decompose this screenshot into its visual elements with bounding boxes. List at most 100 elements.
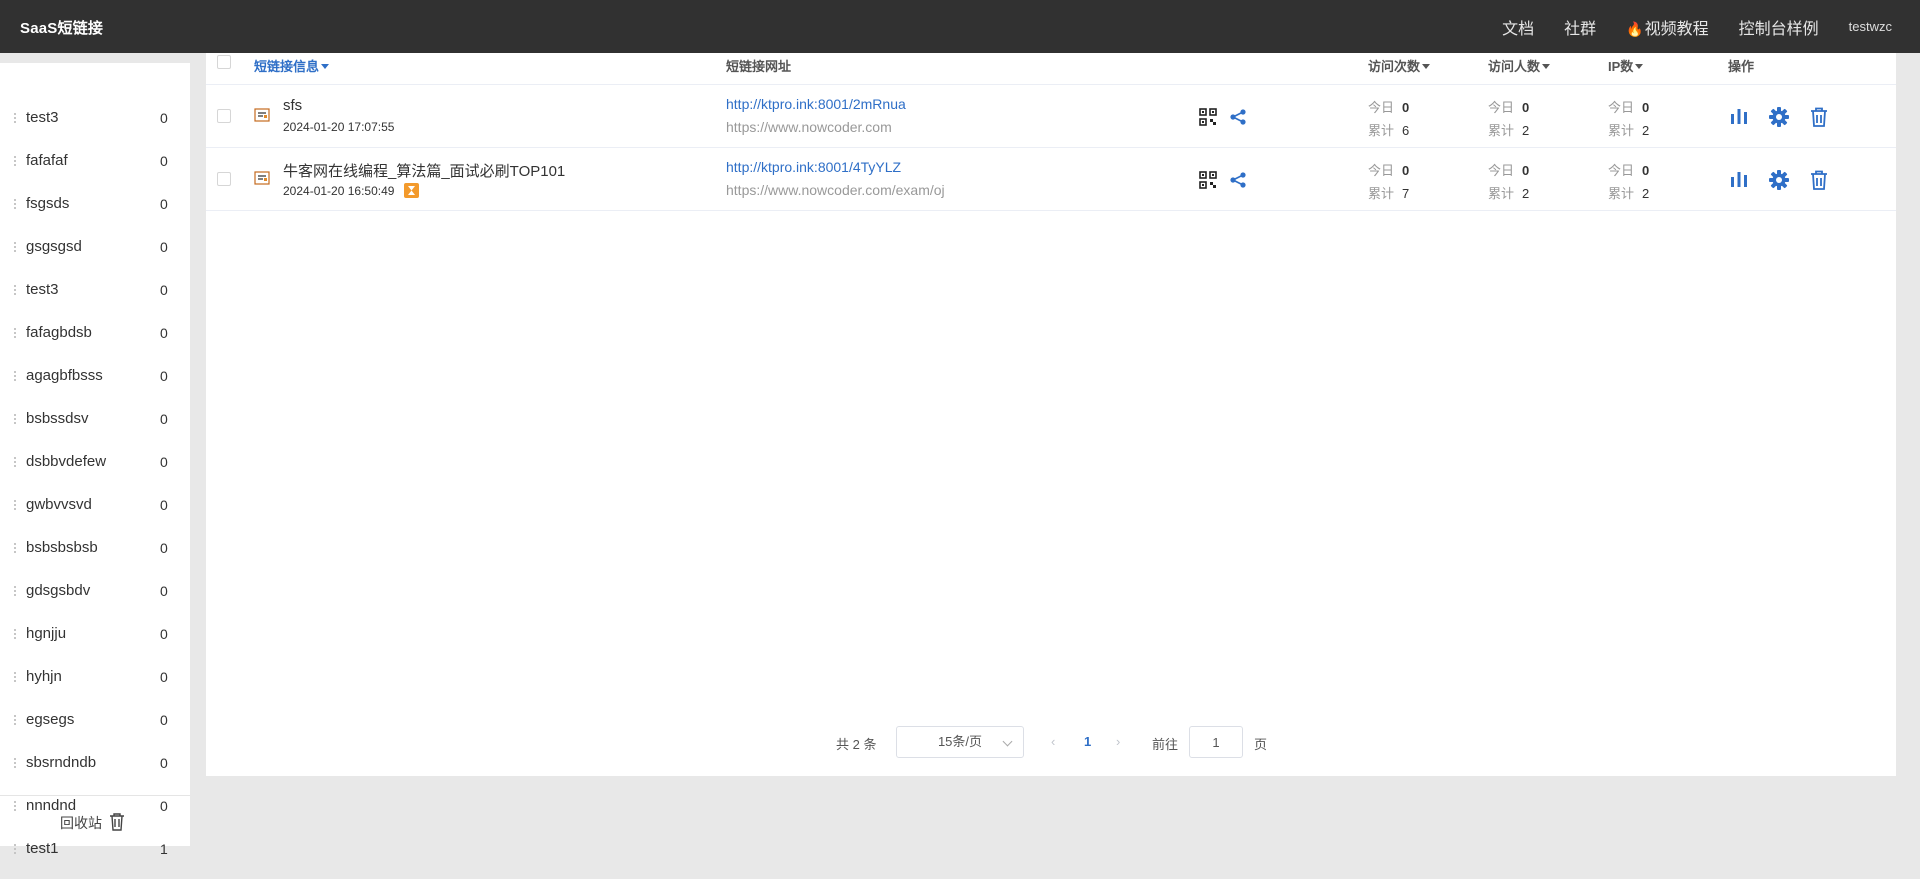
sidebar-group-item[interactable]: hgnjju 0 — [0, 612, 190, 655]
trash-icon[interactable] — [1808, 169, 1830, 191]
sidebar-group-item[interactable]: dsbbvdefew 0 — [0, 440, 190, 483]
qrcode-icon[interactable] — [1199, 108, 1217, 126]
recycle-bin[interactable]: 回收站 — [0, 795, 190, 846]
pv-total: 累计 6 — [1368, 120, 1409, 139]
sidebar-group-item[interactable]: fafafaf 0 — [0, 139, 190, 182]
goto-page-input[interactable] — [1189, 726, 1243, 758]
sidebar-group-item[interactable]: fsgsds 0 — [0, 182, 190, 225]
trash-icon[interactable] — [1808, 106, 1830, 128]
goto-label: 前往 — [1152, 737, 1179, 752]
recycle-bin-label: 回收站 — [60, 815, 102, 831]
stat-label-total: 累计 — [1608, 123, 1635, 138]
gear-icon[interactable] — [1768, 169, 1790, 191]
row-checkbox[interactable] — [217, 109, 231, 123]
select-all-checkbox[interactable] — [217, 55, 231, 69]
header-link-info-label: 短链接信息 — [254, 59, 320, 74]
sidebar-group-item[interactable]: gwbvvsvd 0 — [0, 483, 190, 526]
drag-handle-icon[interactable] — [13, 757, 17, 768]
drag-handle-icon[interactable] — [13, 714, 17, 725]
drag-handle-icon[interactable] — [13, 585, 17, 596]
nav-docs[interactable]: 文档 — [1502, 15, 1534, 39]
caret-down-icon — [321, 64, 330, 69]
goto-unit: 页 — [1254, 737, 1268, 752]
short-url-link[interactable]: http://ktpro.ink:8001/4TyYLZ — [726, 159, 901, 175]
drag-handle-icon[interactable] — [13, 241, 17, 252]
link-date-text: 2024-01-20 16:50:49 — [283, 184, 395, 198]
sidebar-group-item[interactable]: bsbsbsbsb 0 — [0, 526, 190, 569]
qrcode-icon[interactable] — [1199, 171, 1217, 189]
favicon-icon — [254, 107, 270, 123]
drag-handle-icon[interactable] — [13, 198, 17, 209]
drag-handle-icon[interactable] — [13, 327, 17, 338]
link-created-date: 2024-01-20 17:07:55 — [283, 120, 394, 134]
group-count: 0 — [160, 668, 168, 685]
short-url-link[interactable]: http://ktpro.ink:8001/2mRnua — [726, 96, 906, 112]
nav-video-tutorial[interactable]: 🔥视频教程 — [1626, 15, 1708, 39]
drag-handle-icon[interactable] — [13, 456, 17, 467]
page-size-select[interactable]: 15条/页 — [896, 726, 1024, 758]
next-page-button[interactable]: › — [1116, 734, 1120, 749]
uv-today: 今日 0 — [1488, 160, 1529, 179]
sidebar-group-item[interactable]: fafagbdsb 0 — [0, 311, 190, 354]
sidebar-group-item[interactable]: test3 0 — [0, 268, 190, 311]
group-name: egsegs — [26, 711, 75, 728]
drag-handle-icon[interactable] — [13, 413, 17, 424]
header-operations: 操作 — [1728, 59, 1755, 74]
drag-handle-icon[interactable] — [13, 671, 17, 682]
nav-console-demo[interactable]: 控制台样例 — [1739, 15, 1819, 39]
stat-value: 2 — [1642, 186, 1650, 201]
drag-handle-icon[interactable] — [13, 284, 17, 295]
bar-chart-icon[interactable] — [1728, 169, 1750, 191]
page-scrollbar[interactable] — [1907, 53, 1920, 879]
sidebar-group-item[interactable]: egsegs 0 — [0, 698, 190, 741]
bar-chart-icon[interactable] — [1728, 106, 1750, 128]
group-count: 0 — [160, 238, 168, 255]
link-table-panel: 短链接信息 短链接网址 访问次数 访问人数 IP数 操作 sfs 2024-01-… — [206, 53, 1896, 776]
sort-link-info[interactable]: 短链接信息 — [254, 56, 330, 75]
sidebar-group-item[interactable]: test21 — [0, 870, 190, 879]
drag-handle-icon[interactable] — [13, 499, 17, 510]
user-menu[interactable]: testwzc — [1849, 19, 1892, 34]
sort-ip[interactable]: IP数 — [1608, 56, 1644, 75]
share-icon[interactable] — [1229, 108, 1247, 126]
gear-icon[interactable] — [1768, 106, 1790, 128]
sidebar-group-item[interactable]: bsbssdsv 0 — [0, 397, 190, 440]
sidebar-group-item[interactable]: test3 0 — [0, 96, 190, 139]
group-count: 0 — [160, 281, 168, 298]
group-count: 0 — [160, 367, 168, 384]
sidebar-group-item[interactable]: sbsrndndb 0 — [0, 741, 190, 784]
stat-value: 2 — [1522, 123, 1530, 138]
table-header: 短链接信息 短链接网址 访问次数 访问人数 IP数 操作 — [206, 53, 1896, 85]
brand-logo[interactable]: SaaS短链接 — [20, 17, 103, 38]
drag-handle-icon[interactable] — [13, 112, 17, 123]
sidebar-group-item[interactable]: gsgsgsd 0 — [0, 225, 190, 268]
group-name: fafafaf — [26, 152, 68, 169]
sort-pv[interactable]: 访问次数 — [1368, 56, 1431, 75]
drag-handle-icon[interactable] — [13, 370, 17, 381]
link-title: 牛客网在线编程_算法篇_面试必刷TOP101 — [283, 163, 566, 180]
sidebar-group-item[interactable]: agagbfbsss 0 — [0, 354, 190, 397]
share-icon[interactable] — [1229, 171, 1247, 189]
link-created-date: 2024-01-20 16:50:49 — [283, 183, 420, 198]
drag-handle-icon[interactable] — [13, 542, 17, 553]
drag-handle-icon[interactable] — [13, 628, 17, 639]
stat-value: 0 — [1402, 163, 1410, 178]
drag-handle-icon[interactable] — [13, 155, 17, 166]
stat-value: 0 — [1642, 100, 1650, 115]
nav-community[interactable]: 社群 — [1564, 15, 1596, 39]
trash-icon[interactable] — [109, 813, 125, 836]
link-date-text: 2024-01-20 17:07:55 — [283, 120, 395, 134]
row-checkbox[interactable] — [217, 172, 231, 186]
stat-label-total: 累计 — [1488, 123, 1515, 138]
prev-page-button[interactable]: ‹ — [1051, 734, 1055, 749]
caret-down-icon — [1635, 64, 1644, 69]
group-count: 0 — [160, 625, 168, 642]
group-count: 0 — [160, 152, 168, 169]
stat-label-total: 累计 — [1368, 186, 1395, 201]
group-count: 0 — [160, 754, 168, 771]
stat-value: 0 — [1522, 100, 1530, 115]
sort-uv[interactable]: 访问人数 — [1488, 56, 1551, 75]
sidebar-group-item[interactable]: hyhjn 0 — [0, 655, 190, 698]
sidebar-group-item[interactable]: gdsgsbdv 0 — [0, 569, 190, 612]
page-number-current[interactable]: 1 — [1084, 734, 1091, 749]
